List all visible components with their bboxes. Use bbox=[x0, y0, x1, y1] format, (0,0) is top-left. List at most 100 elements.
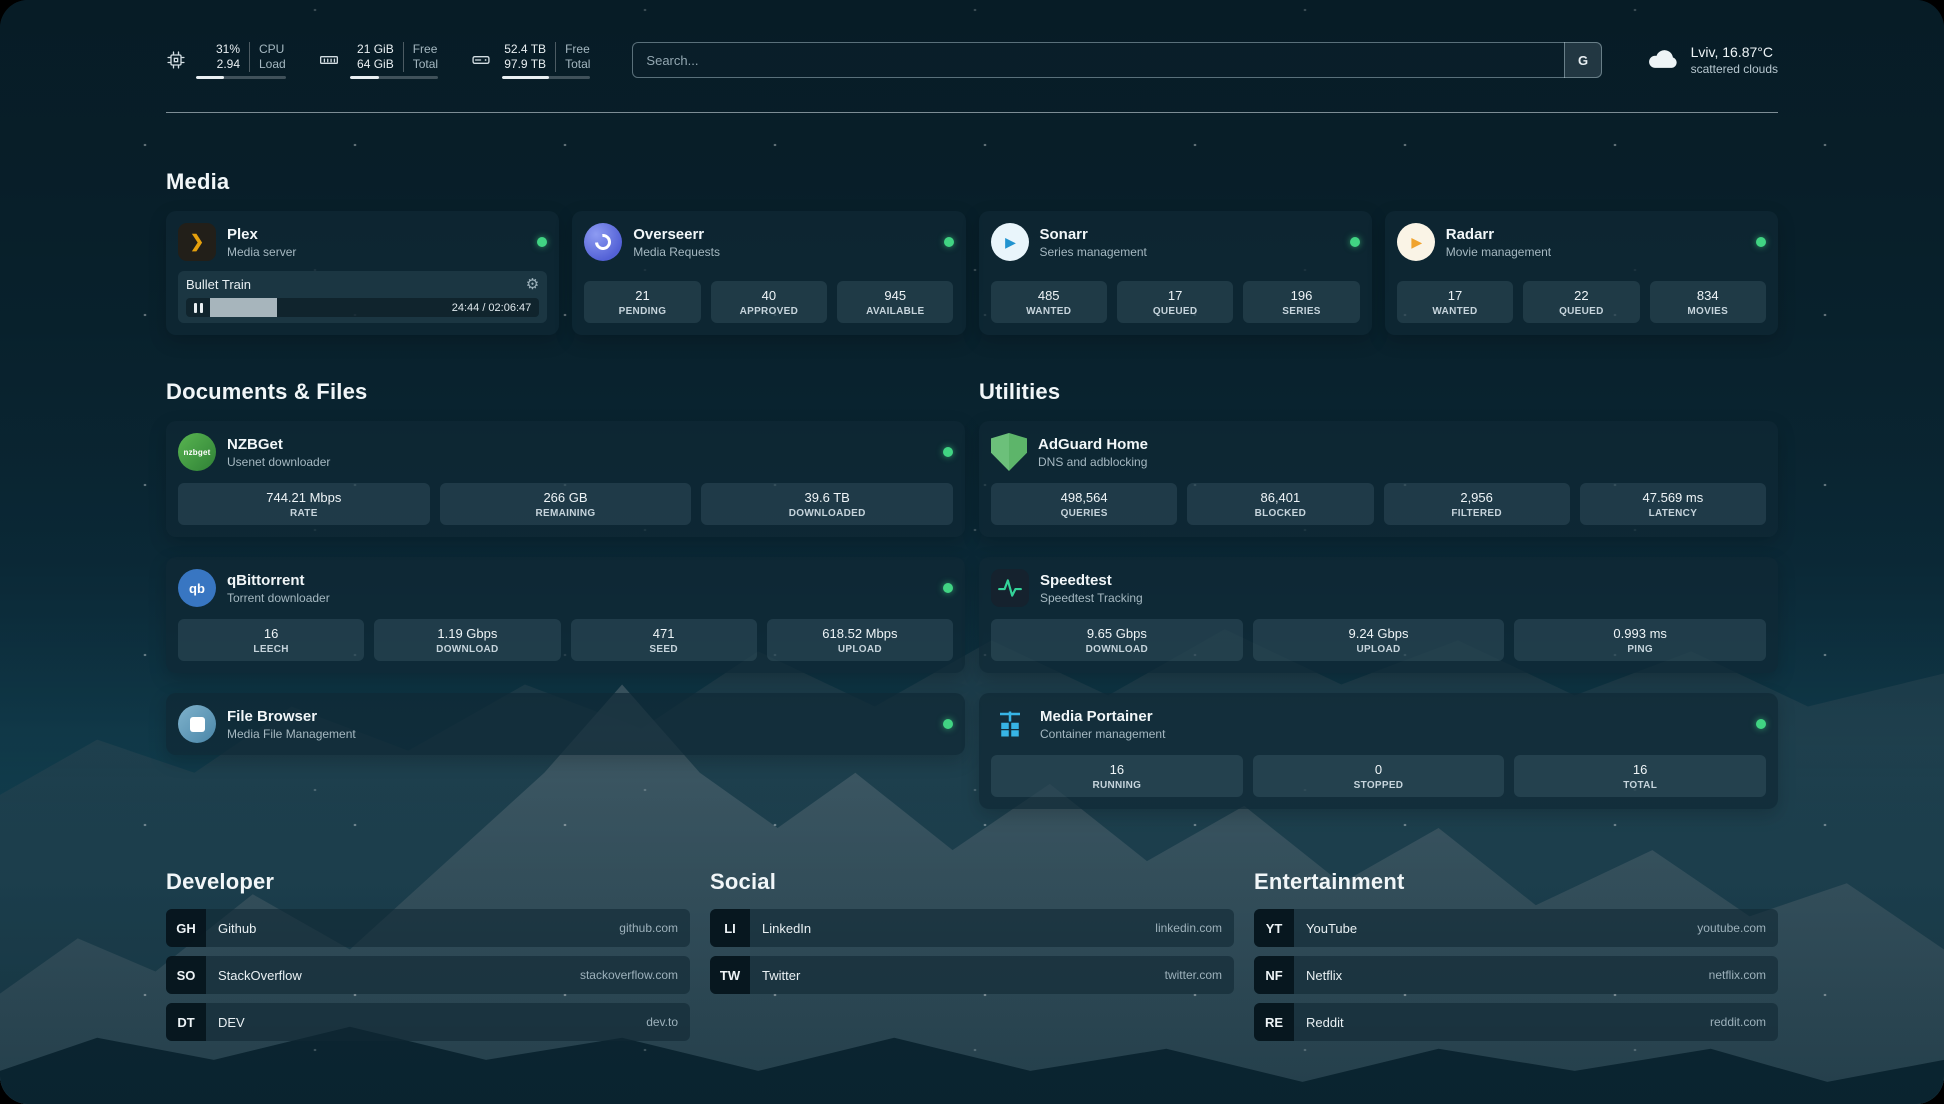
stat-value: 16 bbox=[1518, 762, 1762, 777]
search-engine-button[interactable]: G bbox=[1564, 42, 1602, 78]
search-input[interactable] bbox=[632, 42, 1601, 78]
sonarr-card[interactable]: ▶ Sonarr Series management 485 WANTED bbox=[979, 211, 1372, 335]
stats-row: 21 PENDING 40 APPROVED 945 AVAILABLE bbox=[584, 269, 953, 323]
plex-card[interactable]: ❯ Plex Media server Bullet Train ⚙ bbox=[166, 211, 559, 335]
stat-box: 21 PENDING bbox=[584, 281, 700, 323]
stat-value: 834 bbox=[1654, 288, 1762, 303]
status-online-dot bbox=[1756, 237, 1766, 247]
section-title-developer: Developer bbox=[166, 869, 690, 895]
service-subtitle: DNS and adblocking bbox=[1038, 455, 1148, 469]
card-header: nzbget NZBGet Usenet downloader bbox=[178, 433, 953, 471]
nzbget-card[interactable]: nzbget NZBGet Usenet downloader 744.21 M… bbox=[166, 421, 965, 537]
card-header: File Browser Media File Management bbox=[178, 705, 953, 743]
card-header: qb qBittorrent Torrent downloader bbox=[178, 569, 953, 607]
disk-total-value: 97.9 TB bbox=[504, 57, 546, 72]
radarr-icon: ▶ bbox=[1397, 223, 1435, 261]
disk-free-value: 52.4 TB bbox=[504, 42, 546, 57]
bookmark-stackoverflow[interactable]: SO StackOverflow stackoverflow.com bbox=[166, 956, 690, 994]
bookmark-url: linkedin.com bbox=[1155, 921, 1234, 935]
search: G bbox=[632, 42, 1601, 78]
section-title-documents: Documents & Files bbox=[166, 379, 965, 405]
stat-label: AVAILABLE bbox=[841, 306, 949, 317]
card-header: ❯ Plex Media server bbox=[178, 223, 547, 261]
stat-label: DOWNLOADED bbox=[705, 508, 949, 519]
stat-label: PENDING bbox=[588, 306, 696, 317]
cpu-icon bbox=[166, 50, 186, 70]
stats-row: 485 WANTED 17 QUEUED 196 SERIES bbox=[991, 269, 1360, 323]
stat-label: MOVIES bbox=[1654, 306, 1762, 317]
stat-value: 485 bbox=[995, 288, 1103, 303]
section-title-media: Media bbox=[166, 169, 1778, 195]
stat-label: STOPPED bbox=[1257, 780, 1501, 791]
topbar: 31% 2.94 CPU Load bbox=[166, 36, 1778, 84]
cpu-widget[interactable]: 31% 2.94 CPU Load bbox=[166, 42, 286, 79]
utilities-column: Utilities AdGuard Home DNS and adblockin… bbox=[979, 379, 1778, 809]
bookmark-abbr: SO bbox=[166, 956, 206, 994]
overseerr-card[interactable]: Overseerr Media Requests 21 PENDING 40 A… bbox=[572, 211, 965, 335]
stat-box: 16 LEECH bbox=[178, 619, 364, 661]
bookmark-netflix[interactable]: NF Netflix netflix.com bbox=[1254, 956, 1778, 994]
service-title: Plex bbox=[227, 226, 296, 243]
radarr-card[interactable]: ▶ Radarr Movie management 17 WANTED bbox=[1385, 211, 1778, 335]
bookmark-name: Twitter bbox=[750, 968, 800, 983]
bookmark-reddit[interactable]: RE Reddit reddit.com bbox=[1254, 1003, 1778, 1041]
bookmark-url: stackoverflow.com bbox=[580, 968, 690, 982]
stat-box: 47.569 ms LATENCY bbox=[1580, 483, 1766, 525]
pause-icon[interactable] bbox=[186, 298, 210, 317]
status-online-dot bbox=[943, 583, 953, 593]
stat-box: 2,956 FILTERED bbox=[1384, 483, 1570, 525]
stat-label: BLOCKED bbox=[1191, 508, 1369, 519]
bookmark-dev[interactable]: DT DEV dev.to bbox=[166, 1003, 690, 1041]
bookmark-url: reddit.com bbox=[1710, 1015, 1778, 1029]
stat-value: 2,956 bbox=[1388, 490, 1566, 505]
bookmark-abbr: GH bbox=[166, 909, 206, 947]
bookmark-name: StackOverflow bbox=[206, 968, 302, 983]
section-title-entertainment: Entertainment bbox=[1254, 869, 1778, 895]
stat-label: TOTAL bbox=[1518, 780, 1762, 791]
bookmark-name: DEV bbox=[206, 1015, 245, 1030]
portainer-icon bbox=[991, 705, 1029, 743]
social-column: Social LI LinkedIn linkedin.com TW Twitt… bbox=[710, 869, 1234, 1050]
playback-progress-bar[interactable]: 24:44 / 02:06:47 bbox=[186, 298, 539, 317]
card-header: Overseerr Media Requests bbox=[584, 223, 953, 261]
memory-label-top: Free bbox=[413, 42, 438, 57]
section-media: Media ❯ Plex Media server Bullet Tr bbox=[166, 169, 1778, 335]
stat-box: 86,401 BLOCKED bbox=[1187, 483, 1373, 525]
speedtest-card[interactable]: Speedtest Speedtest Tracking 9.65 Gbps D… bbox=[979, 557, 1778, 673]
bookmark-youtube[interactable]: YT YouTube youtube.com bbox=[1254, 909, 1778, 947]
entertainment-column: Entertainment YT YouTube youtube.com NF … bbox=[1254, 869, 1778, 1050]
memory-widget[interactable]: 21 GiB 64 GiB Free Total bbox=[318, 42, 438, 79]
gear-icon[interactable]: ⚙ bbox=[526, 277, 539, 292]
bookmark-linkedin[interactable]: LI LinkedIn linkedin.com bbox=[710, 909, 1234, 947]
disk-widget[interactable]: 52.4 TB 97.9 TB Free Total bbox=[470, 42, 590, 79]
stat-box: 618.52 Mbps UPLOAD bbox=[767, 619, 953, 661]
stat-box: 9.24 Gbps UPLOAD bbox=[1253, 619, 1505, 661]
portainer-card[interactable]: Media Portainer Container management 16 … bbox=[979, 693, 1778, 809]
stats-row: 16 LEECH 1.19 Gbps DOWNLOAD 471 SEED 6 bbox=[178, 619, 953, 661]
stat-label: FILTERED bbox=[1388, 508, 1566, 519]
playback-time: 24:44 / 02:06:47 bbox=[452, 302, 532, 314]
bookmark-url: netflix.com bbox=[1709, 968, 1778, 982]
qbittorrent-card[interactable]: qb qBittorrent Torrent downloader 16 LEE… bbox=[166, 557, 965, 673]
filebrowser-card[interactable]: File Browser Media File Management bbox=[166, 693, 965, 755]
weather-widget[interactable]: Lviv, 16.87°C scattered clouds bbox=[1646, 44, 1778, 76]
stat-label: APPROVED bbox=[715, 306, 823, 317]
stats-row: 16 RUNNING 0 STOPPED 16 TOTAL bbox=[991, 755, 1766, 797]
status-online-dot bbox=[944, 237, 954, 247]
adguard-card[interactable]: AdGuard Home DNS and adblocking 498,564 … bbox=[979, 421, 1778, 537]
stat-label: DOWNLOAD bbox=[378, 644, 556, 655]
stat-value: 744.21 Mbps bbox=[182, 490, 426, 505]
plex-icon: ❯ bbox=[178, 223, 216, 261]
stat-box: 22 QUEUED bbox=[1523, 281, 1639, 323]
stat-label: WANTED bbox=[1401, 306, 1509, 317]
bookmark-github[interactable]: GH Github github.com bbox=[166, 909, 690, 947]
status-online-dot bbox=[943, 719, 953, 729]
speedtest-icon bbox=[991, 569, 1029, 607]
bookmark-name: LinkedIn bbox=[750, 921, 811, 936]
media-card-grid: ❯ Plex Media server Bullet Train ⚙ bbox=[166, 211, 1778, 335]
stat-box: 266 GB REMAINING bbox=[440, 483, 692, 525]
stat-box: 16 TOTAL bbox=[1514, 755, 1766, 797]
bookmark-twitter[interactable]: TW Twitter twitter.com bbox=[710, 956, 1234, 994]
service-title: Media Portainer bbox=[1040, 708, 1165, 725]
cpu-label-bottom: Load bbox=[259, 57, 286, 72]
